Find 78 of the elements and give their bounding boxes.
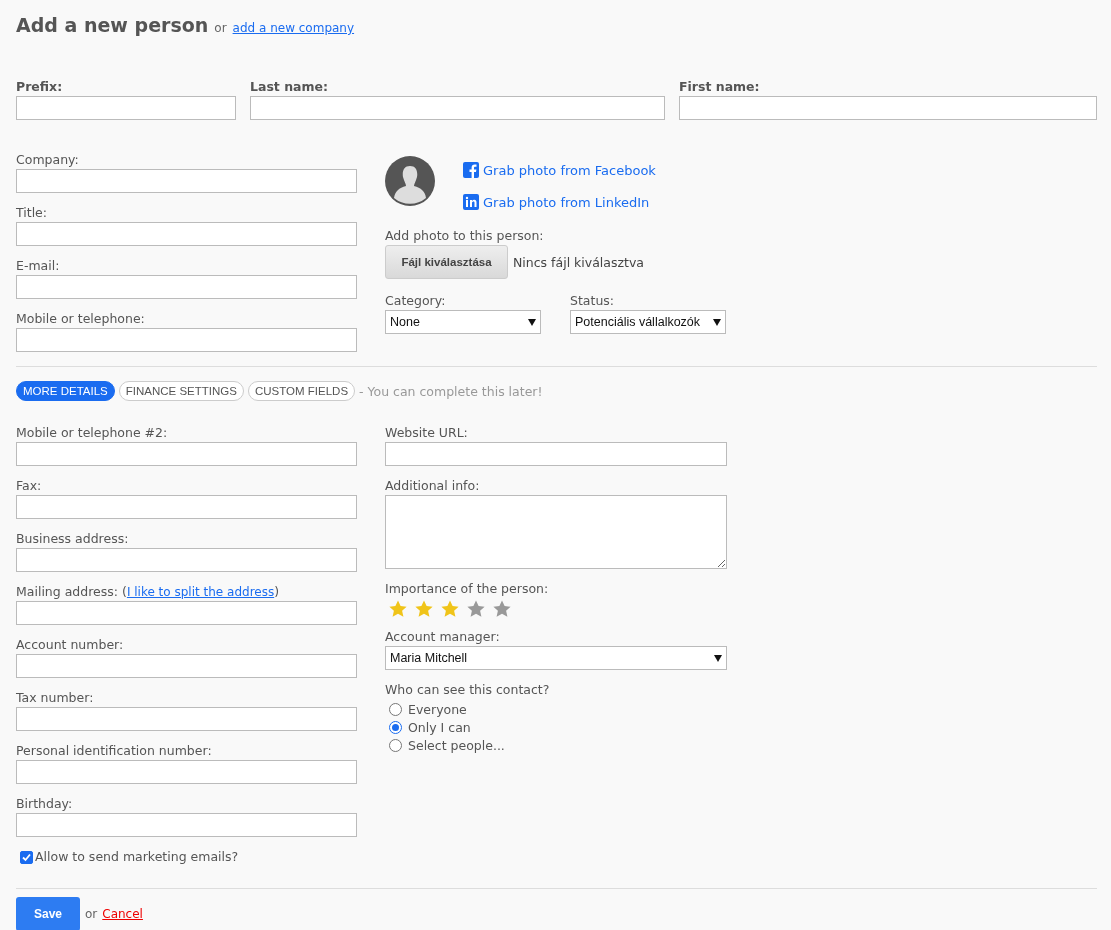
field-label: Title:: [16, 205, 48, 222]
checkbox[interactable]: [20, 851, 33, 864]
field-label: Mobile or telephone:: [16, 311, 146, 328]
caret-icon: [713, 318, 721, 326]
input-field[interactable]: [16, 707, 357, 731]
input-field[interactable]: [16, 654, 357, 678]
select-field[interactable]: Potenciális vállalkozók: [570, 310, 726, 334]
save-button[interactable]: Save: [16, 897, 80, 930]
input-field[interactable]: [679, 96, 1097, 120]
star-icon[interactable]: [492, 599, 512, 619]
split-address-link[interactable]: I like to split the address: [126, 585, 275, 599]
choose-file-button[interactable]: Fájl kiválasztása: [385, 245, 508, 279]
star-icon[interactable]: [440, 599, 460, 619]
tab[interactable]: FINANCE SETTINGS: [118, 381, 244, 401]
tab[interactable]: MORE DETAILS: [16, 381, 115, 401]
radio-label: Only I can: [408, 720, 471, 735]
facebook-photo-link[interactable]: Grab photo from Facebook: [463, 162, 656, 178]
field-label: First name:: [679, 79, 761, 96]
field-label: Add photo to this person:: [385, 228, 544, 245]
input-field[interactable]: [16, 169, 357, 193]
radio-button[interactable]: [389, 703, 402, 716]
file-status: Nincs fájl kiválasztva: [513, 254, 645, 270]
star-icon[interactable]: [466, 599, 486, 619]
radio-label: Everyone: [408, 702, 467, 717]
add-company-link[interactable]: add a new company: [232, 21, 355, 35]
radio-label: Select people...: [408, 738, 505, 753]
radio-button[interactable]: [389, 721, 402, 734]
linkedin-photo-link[interactable]: Grab photo from LinkedIn: [463, 194, 656, 210]
field-label: Prefix:: [16, 79, 64, 96]
caret-icon: [714, 654, 722, 662]
or-text: or: [85, 907, 98, 921]
tab[interactable]: CUSTOM FIELDS: [247, 381, 356, 401]
facebook-icon: [463, 162, 479, 178]
select-field[interactable]: None: [385, 310, 541, 334]
checkbox-label: Allow to send marketing emails?: [35, 849, 239, 866]
field-label: Mailing address: (: [16, 584, 127, 601]
input-field[interactable]: [16, 275, 357, 299]
field-label: Fax:: [16, 478, 43, 495]
select-field[interactable]: Maria Mitchell: [385, 646, 727, 670]
input-field[interactable]: [16, 222, 357, 246]
field-label: Website URL:: [385, 425, 469, 442]
input-field[interactable]: [16, 813, 357, 837]
field-label: Company:: [16, 152, 80, 169]
field-label: Who can see this contact?: [385, 682, 551, 699]
tabs-note: - You can complete this later!: [359, 383, 543, 399]
input-field[interactable]: [16, 96, 236, 120]
field-label: Additional info:: [385, 478, 481, 495]
field-label: Mobile or telephone #2:: [16, 425, 169, 442]
radio-button[interactable]: [389, 739, 402, 752]
closing-parenthesis: ): [274, 584, 280, 601]
input-field[interactable]: [385, 442, 727, 466]
input-field[interactable]: [16, 601, 357, 625]
field-label: Business address:: [16, 531, 130, 548]
caret-icon: [528, 318, 536, 326]
field-label: E-mail:: [16, 258, 61, 275]
page-title: Add a new person: [16, 14, 209, 36]
input-field[interactable]: [16, 760, 357, 784]
field-label: Status:: [570, 293, 616, 310]
avatar-silhouette-icon: [385, 156, 435, 206]
field-label: Category:: [385, 293, 447, 310]
star-icon[interactable]: [388, 599, 408, 619]
textarea-field[interactable]: [385, 495, 727, 569]
field-label: Importance of the person:: [385, 581, 550, 598]
field-label: Birthday:: [16, 796, 74, 813]
field-label: Personal identification number:: [16, 743, 213, 760]
star-icon[interactable]: [414, 599, 434, 619]
field-label: Account number:: [16, 637, 125, 654]
input-field[interactable]: [16, 548, 357, 572]
input-field[interactable]: [16, 495, 357, 519]
input-field[interactable]: [16, 442, 357, 466]
cancel-link[interactable]: Cancel: [102, 907, 143, 921]
field-label: Account manager:: [385, 629, 501, 646]
or-text: or: [214, 21, 227, 35]
input-field[interactable]: [16, 328, 357, 352]
field-label: Tax number:: [16, 690, 95, 707]
field-label: Last name:: [250, 79, 329, 96]
input-field[interactable]: [250, 96, 665, 120]
linkedin-icon: [463, 194, 479, 210]
